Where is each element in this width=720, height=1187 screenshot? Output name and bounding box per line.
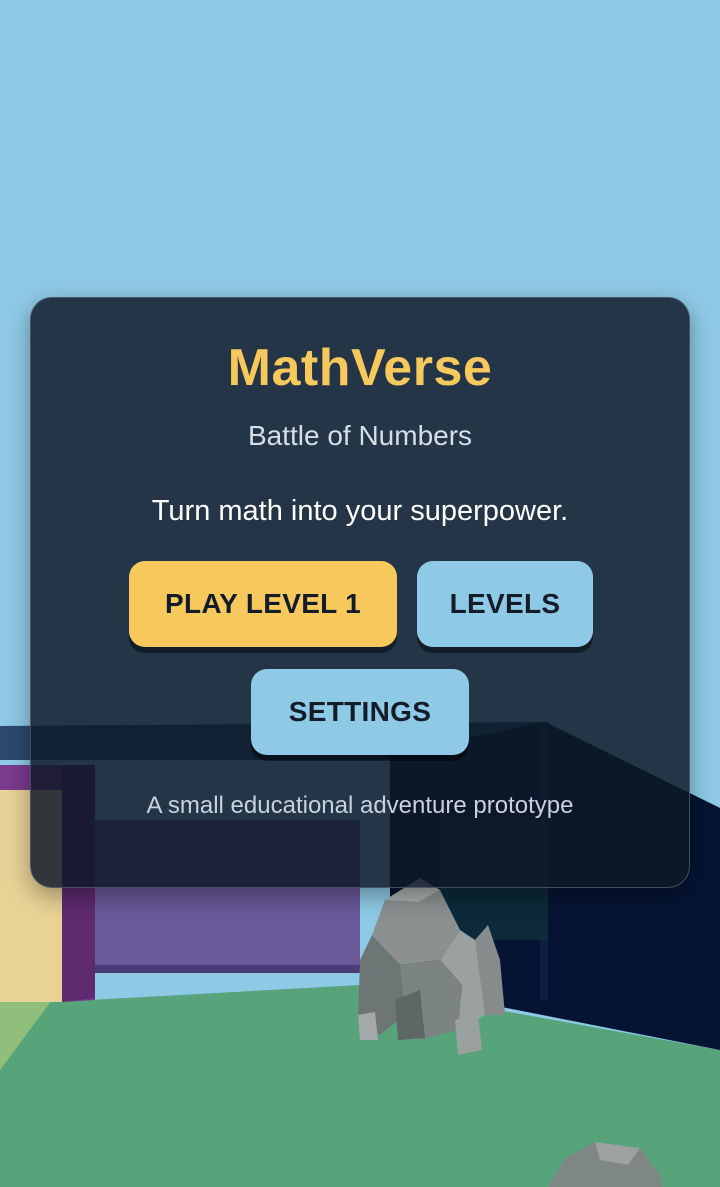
play-level-1-button[interactable]: PLAY LEVEL 1 — [129, 561, 397, 647]
tagline: Turn math into your superpower. — [151, 495, 569, 527]
main-menu-panel: MathVerse Battle of Numbers Turn math in… — [30, 297, 690, 888]
game-title: MathVerse — [227, 339, 493, 397]
purple-wall-base — [95, 965, 360, 973]
settings-button[interactable]: SETTINGS — [251, 669, 469, 755]
footer-note: A small educational adventure prototype — [146, 792, 574, 819]
levels-button[interactable]: LEVELS — [417, 561, 593, 647]
game-subtitle: Battle of Numbers — [247, 420, 473, 451]
